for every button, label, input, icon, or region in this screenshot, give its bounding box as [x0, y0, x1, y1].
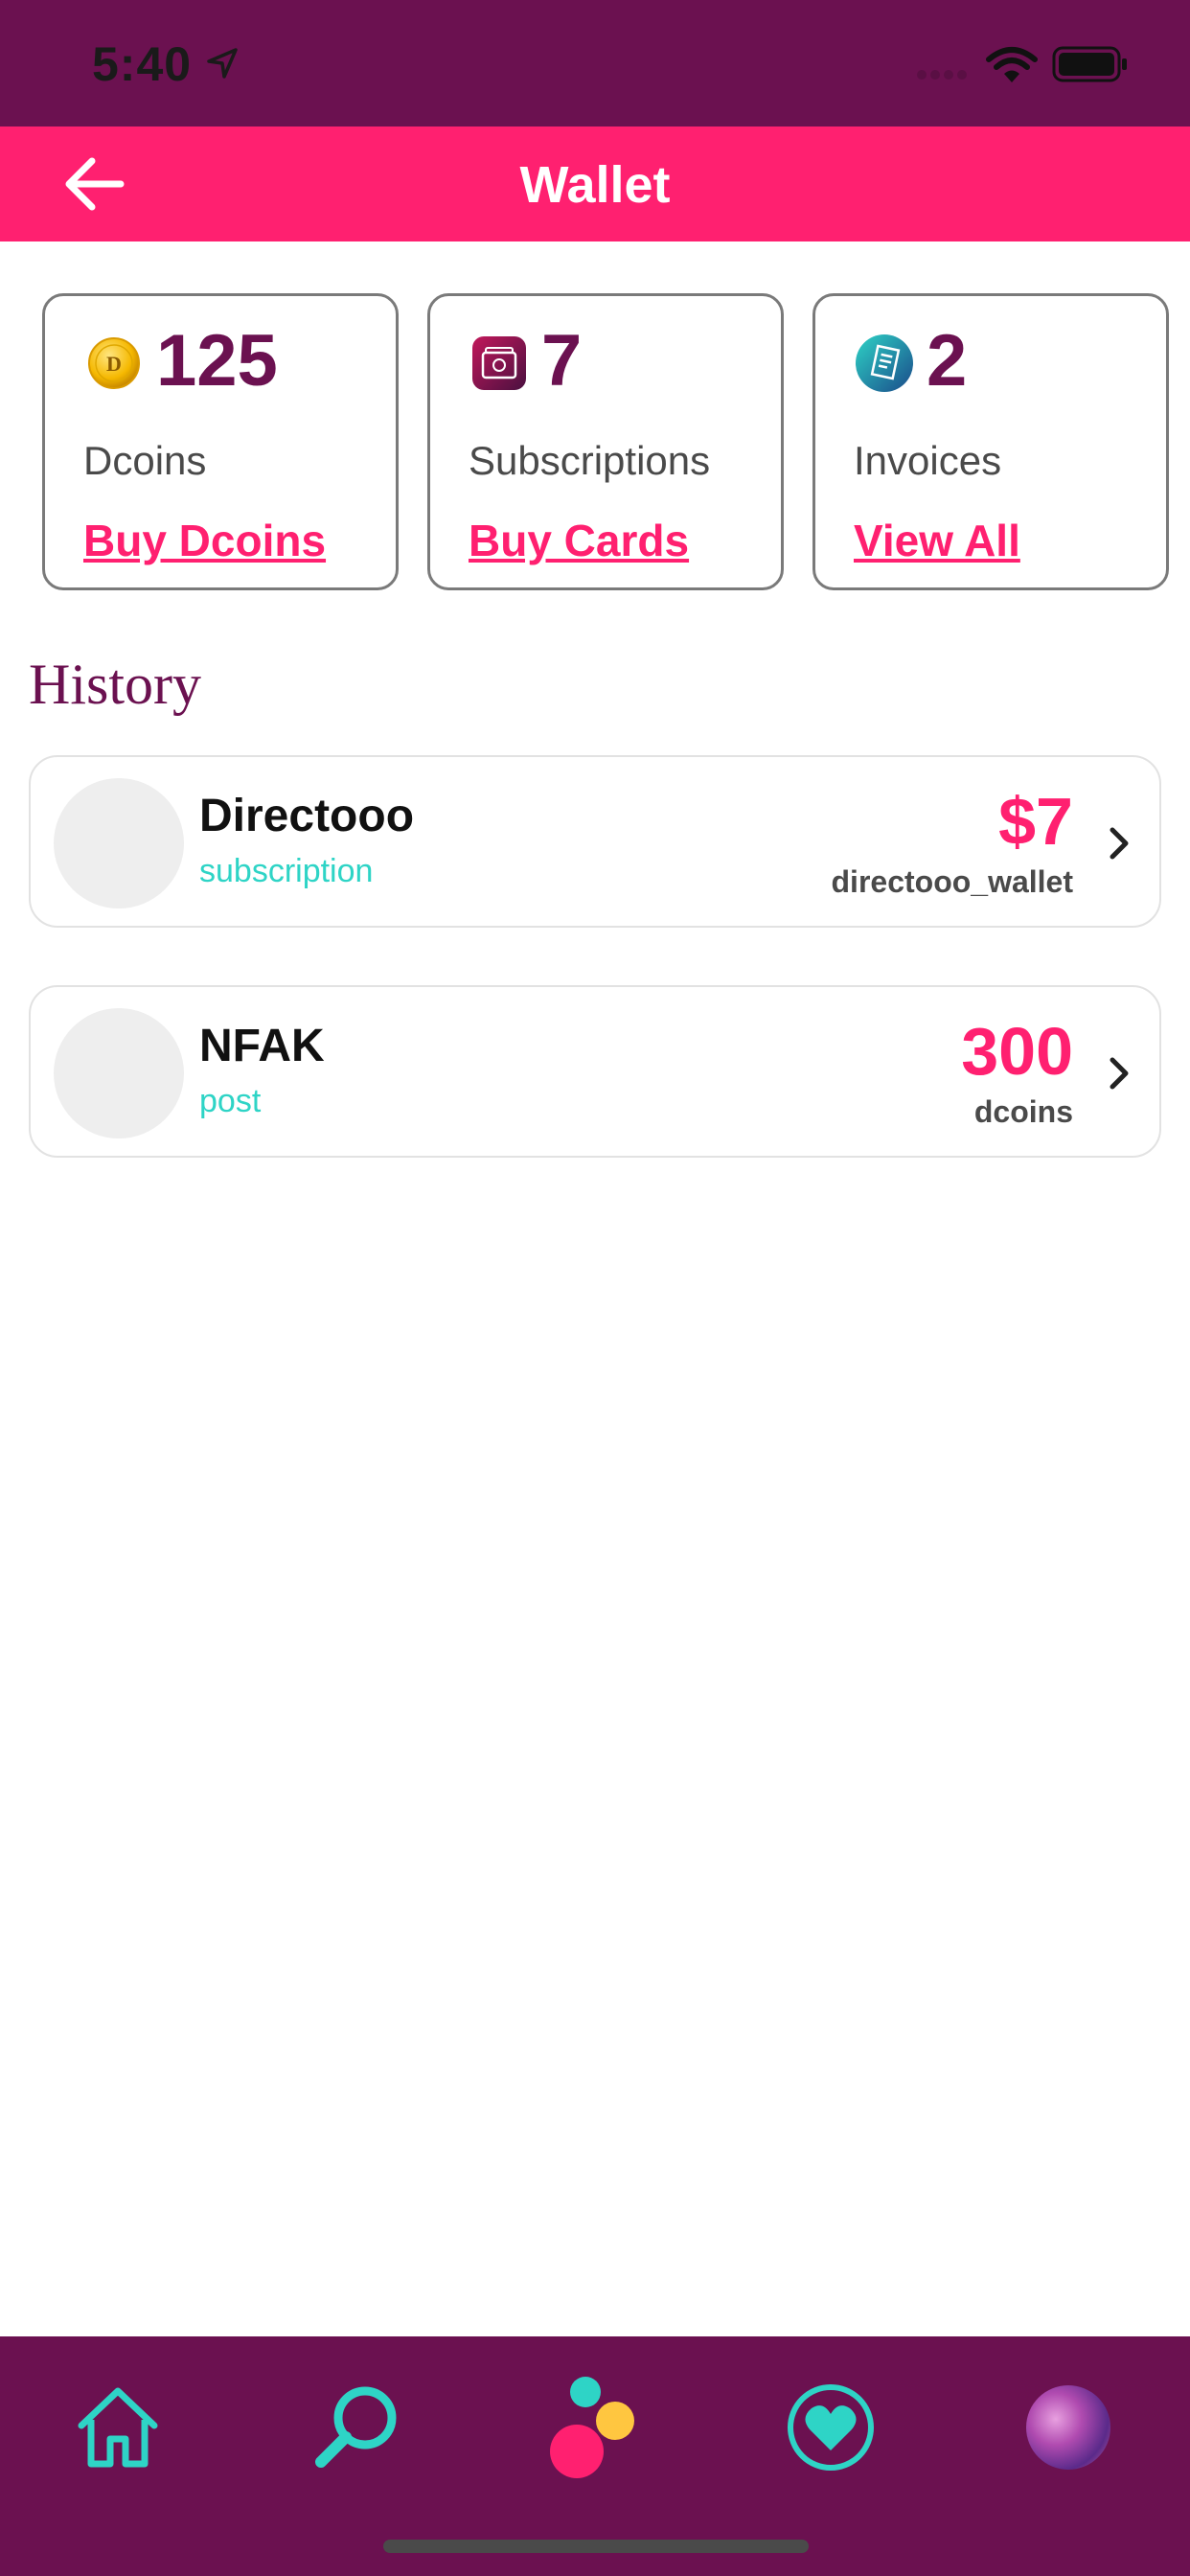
battery-icon	[1052, 46, 1127, 82]
history-item-amount: $7	[998, 784, 1073, 859]
history-item[interactable]: Directooo subscription $7 directooo_wall…	[29, 755, 1161, 928]
dcoins-value: 125	[156, 320, 278, 402]
invoices-value: 2	[927, 320, 968, 402]
profile-avatar	[1026, 2385, 1110, 2470]
home-icon	[78, 2387, 158, 2468]
invoice-icon	[856, 334, 913, 392]
heart-icon	[788, 2384, 874, 2471]
subscription-card-icon	[472, 336, 526, 390]
nav-profile[interactable]	[1016, 2375, 1121, 2480]
avatar	[54, 1008, 184, 1138]
cellular-signal-icon	[917, 70, 967, 80]
subscriptions-card: 7 Subscriptions Buy Cards	[427, 293, 784, 590]
dcoins-label: Dcoins	[83, 438, 207, 483]
history-item-unit: directooo_wallet	[831, 864, 1074, 899]
history-item-unit: dcoins	[973, 1094, 1073, 1129]
status-time: 5:40	[92, 37, 193, 91]
location-arrow-icon	[207, 48, 238, 79]
status-bar: 5:40	[0, 0, 1190, 126]
chevron-right-icon	[1110, 827, 1129, 860]
nav-home[interactable]	[65, 2375, 171, 2480]
history-item-name: Directooo	[199, 791, 415, 841]
search-icon	[315, 2386, 397, 2468]
nav-search[interactable]	[305, 2375, 410, 2480]
svg-text:D: D	[106, 352, 122, 376]
nav-create[interactable]	[542, 2375, 648, 2480]
view-all-link[interactable]: View All	[854, 515, 1020, 566]
create-icon	[550, 2377, 634, 2478]
dcoins-card: D 125 Dcoins Buy Dcoins	[42, 293, 399, 590]
app-header: Wallet	[0, 126, 1190, 242]
wifi-icon	[986, 47, 1038, 82]
history-item-amount: 300	[961, 1014, 1073, 1089]
home-indicator	[383, 2540, 809, 2553]
buy-cards-link[interactable]: Buy Cards	[469, 515, 689, 566]
subscriptions-value: 7	[541, 320, 583, 402]
avatar	[54, 778, 184, 908]
invoices-label: Invoices	[854, 438, 1002, 483]
history-item-type: post	[199, 1083, 262, 1119]
history-item-type: subscription	[199, 853, 374, 889]
invoices-card: 2 Invoices View All	[812, 293, 1169, 590]
coin-icon: D	[88, 337, 140, 389]
subscriptions-label: Subscriptions	[469, 438, 711, 483]
buy-dcoins-link[interactable]: Buy Dcoins	[83, 515, 326, 566]
page-title: Wallet	[519, 156, 671, 214]
nav-favorites[interactable]	[778, 2375, 883, 2480]
history-item-name: NFAK	[199, 1021, 325, 1071]
history-item[interactable]: NFAK post 300 dcoins	[29, 985, 1161, 1158]
chevron-right-icon	[1110, 1057, 1129, 1090]
history-heading: History	[29, 653, 201, 716]
